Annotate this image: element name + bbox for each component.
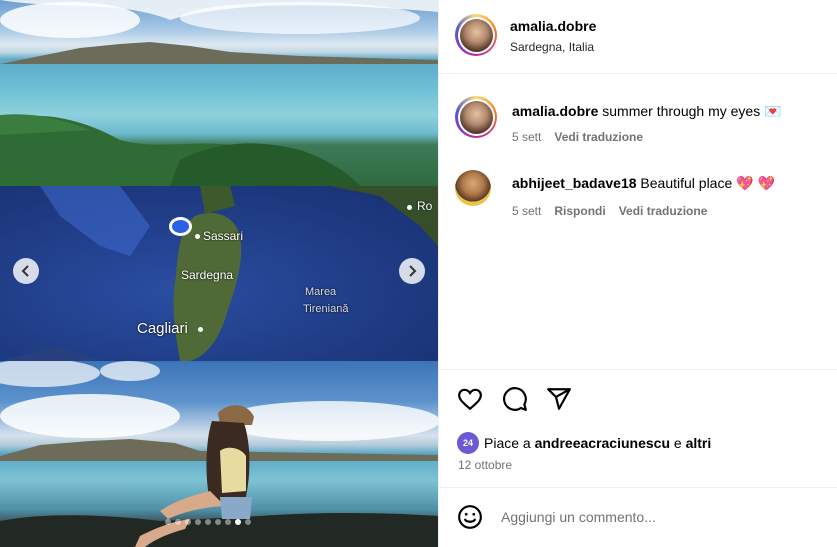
post-actions: 24 Piace a andreeacraciunescu e altri 12… xyxy=(439,369,837,487)
liker-avatar[interactable]: 24 xyxy=(457,432,479,454)
author-username[interactable]: amalia.dobre xyxy=(510,18,596,34)
comment-meta: 5 sett Vedi traduzione xyxy=(512,130,643,144)
carousel-dot xyxy=(225,519,231,525)
comment-input[interactable] xyxy=(501,506,821,528)
likes-summary[interactable]: Piace a andreeacraciunescu e altri xyxy=(484,435,711,451)
map-label-tireniana: Tireniană xyxy=(303,303,349,315)
post-location[interactable]: Sardegna, Italia xyxy=(510,40,594,54)
comment-text: amalia.dobre summer through my eyes 💌 xyxy=(512,103,782,120)
likes-connector: e xyxy=(673,435,682,451)
comment-username[interactable]: amalia.dobre xyxy=(512,103,598,119)
post-date[interactable]: 12 ottobre xyxy=(458,458,512,472)
carousel-dot xyxy=(185,519,191,525)
commenter-avatar[interactable] xyxy=(455,170,491,206)
carousel-dot xyxy=(245,519,251,525)
add-comment-bar xyxy=(439,487,837,547)
carousel-dot xyxy=(205,519,211,525)
carousel-dot xyxy=(175,519,181,525)
comment-meta: 5 sett Rispondi Vedi traduzione xyxy=(512,204,707,218)
carousel-indicator xyxy=(165,519,251,525)
reply-link[interactable]: Rispondi xyxy=(554,204,605,218)
map-label-ro: Ro xyxy=(417,199,433,213)
heart-icon xyxy=(458,388,482,411)
carousel-next-button[interactable] xyxy=(399,258,425,284)
carousel-prev-button[interactable] xyxy=(13,258,39,284)
comment-button[interactable] xyxy=(502,386,530,414)
likes-prefix: Piace a xyxy=(484,435,531,451)
map-label-sassari: Sassari xyxy=(203,229,244,243)
photo-beach-top xyxy=(0,0,438,186)
beach-scenery xyxy=(0,0,438,186)
author-avatar[interactable] xyxy=(455,14,497,56)
carousel-dot xyxy=(165,519,171,525)
post-media-carousel[interactable]: Sassari Sardegna Cagliari Marea Tirenian… xyxy=(0,0,438,547)
chevron-right-icon xyxy=(409,265,417,277)
share-button[interactable] xyxy=(546,386,574,414)
paper-plane-icon xyxy=(547,388,571,410)
smiley-icon xyxy=(458,505,482,529)
liker-username[interactable]: andreeacraciunescu xyxy=(535,435,670,451)
likes-others-link[interactable]: altri xyxy=(686,435,712,451)
map-screenshot: Sassari Sardegna Cagliari Marea Tirenian… xyxy=(0,186,438,361)
see-translation-link[interactable]: Vedi traduzione xyxy=(619,204,708,218)
carousel-dot xyxy=(235,519,241,525)
heart-emoji: 💖 💖 xyxy=(736,175,775,191)
map-label-marea: Marea xyxy=(305,286,337,298)
comment-text: abhijeet_badave18 Beautiful place 💖 💖 xyxy=(512,175,775,192)
post-details-panel: amalia.dobre Sardegna, Italia amalia.dob… xyxy=(438,0,837,547)
carousel-dot xyxy=(195,519,201,525)
post-header: amalia.dobre Sardegna, Italia xyxy=(439,0,837,74)
letter-emoji: 💌 xyxy=(764,103,782,119)
comment-body: Beautiful place xyxy=(640,175,733,191)
commenter-avatar[interactable] xyxy=(455,96,497,138)
chevron-left-icon xyxy=(21,265,29,277)
comment-time[interactable]: 5 sett xyxy=(512,130,541,144)
comment-bubble-icon xyxy=(503,387,527,411)
comment-time[interactable]: 5 sett xyxy=(512,204,541,218)
map-label-cagliari: Cagliari xyxy=(137,320,188,337)
see-translation-link[interactable]: Vedi traduzione xyxy=(554,130,643,144)
carousel-dot xyxy=(215,519,221,525)
map-label-sardegna: Sardegna xyxy=(181,268,234,282)
comment-username[interactable]: abhijeet_badave18 xyxy=(512,175,637,191)
like-button[interactable] xyxy=(457,386,485,414)
emoji-button[interactable] xyxy=(457,504,485,532)
comment-body: summer through my eyes xyxy=(602,103,761,119)
